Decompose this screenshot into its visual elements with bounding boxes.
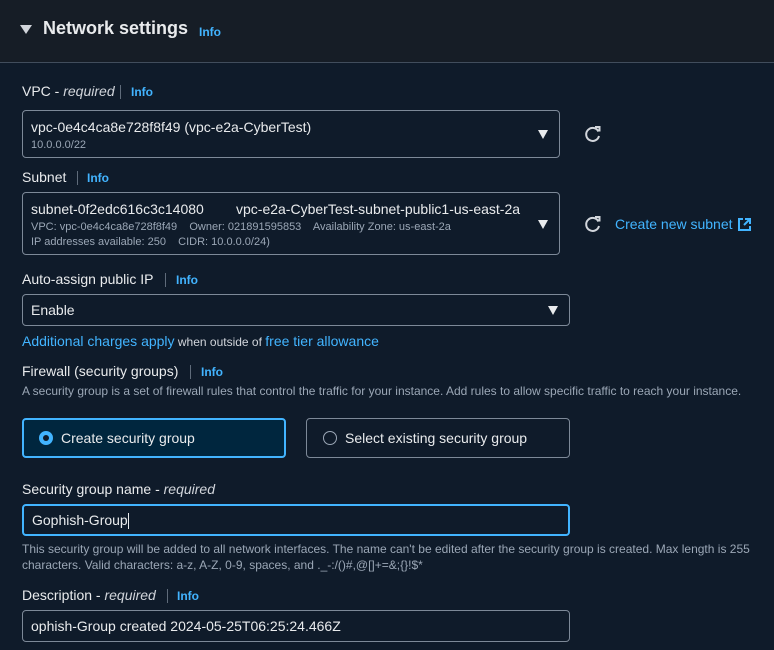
auto-ip-select[interactable]: Enable [22, 294, 570, 326]
charges-note: Additional charges apply when outside of… [22, 333, 379, 349]
auto-ip-label: Auto-assign public IP [22, 271, 154, 287]
radio-selected-icon[interactable] [39, 431, 53, 445]
create-security-group-option[interactable]: Create security group [22, 418, 286, 458]
select-existing-security-group-label: Select existing security group [345, 430, 528, 446]
external-link-icon[interactable] [737, 217, 752, 232]
create-new-subnet-link[interactable]: Create new subnet [615, 216, 733, 232]
dropdown-caret-icon [548, 306, 558, 315]
subnet-select[interactable]: subnet-0f2edc616c3c14080 vpc-e2a-CyberTe… [22, 192, 560, 255]
additional-charges-link[interactable]: Additional charges apply [22, 333, 175, 349]
auto-ip-value: Enable [31, 302, 75, 318]
charges-text: when outside of [174, 335, 266, 349]
subnet-name: vpc-e2a-CyberTest-subnet-public1-us-east… [236, 201, 521, 217]
vpc-select[interactable]: vpc-0e4c4ca8e728f8f49 (vpc-e2a-CyberTest… [22, 110, 560, 158]
select-existing-security-group-option[interactable]: Select existing security group [306, 418, 570, 458]
description-value: ophish-Group created 2024-05-25T06:25:24… [31, 618, 341, 634]
divider [190, 365, 191, 379]
subnet-label: Subnet [22, 169, 67, 185]
subnet-info-link[interactable]: Info [87, 171, 109, 185]
refresh-icon[interactable] [583, 124, 603, 144]
auto-ip-info-link[interactable]: Info [176, 273, 198, 287]
create-security-group-label: Create security group [61, 430, 195, 446]
subnet-id: subnet-0f2edc616c3c14080 [31, 201, 204, 217]
vpc-value: vpc-0e4c4ca8e728f8f49 (vpc-e2a-CyberTest… [31, 119, 312, 135]
dropdown-caret-icon [538, 130, 548, 139]
subnet-ip-info: IP addresses available: 250 CIDR: 10.0.0… [31, 236, 270, 248]
section-title: Network settings [43, 18, 189, 38]
divider [167, 589, 168, 603]
sg-name-help: This security group will be added to all… [22, 542, 750, 572]
sg-name-label: Security group name - required [22, 481, 215, 497]
sg-name-value: Gophish-Group [32, 512, 129, 530]
caret-down-icon[interactable] [20, 25, 32, 34]
vpc-info-link[interactable]: Info [131, 85, 153, 99]
subnet-details: VPC: vpc-0e4c4ca8e728f8f49 Owner: 021891… [31, 221, 451, 233]
free-tier-link[interactable]: free tier allowance [265, 333, 379, 349]
description-label: Description - required [22, 587, 156, 603]
refresh-icon[interactable] [583, 214, 603, 234]
security-group-name-input[interactable]: Gophish-Group [22, 504, 570, 536]
firewall-label: Firewall (security groups) [22, 363, 179, 379]
section-info-link[interactable]: Info [199, 25, 221, 39]
vpc-label: VPC - required [22, 83, 115, 99]
section-header[interactable]: Network settings Info [0, 0, 774, 63]
description-input[interactable]: ophish-Group created 2024-05-25T06:25:24… [22, 610, 570, 642]
radio-unselected-icon[interactable] [323, 431, 337, 445]
firewall-info-link[interactable]: Info [201, 365, 223, 379]
divider [120, 85, 121, 99]
description-info-link[interactable]: Info [177, 589, 199, 603]
dropdown-caret-icon [538, 220, 548, 229]
divider [165, 273, 166, 287]
vpc-cidr: 10.0.0.0/22 [31, 139, 87, 151]
firewall-description: A security group is a set of firewall ru… [22, 384, 742, 398]
divider [77, 171, 78, 185]
